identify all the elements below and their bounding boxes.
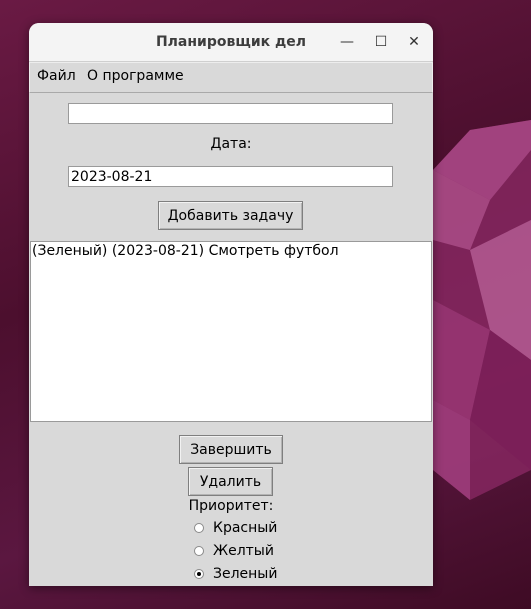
- menubar: Файл О программе: [29, 62, 433, 93]
- radio-label: Зеленый: [213, 566, 278, 582]
- date-input[interactable]: [68, 166, 393, 187]
- close-icon: ✕: [408, 34, 420, 50]
- radio-indicator[interactable]: [194, 569, 204, 579]
- menu-about[interactable]: О программе: [87, 63, 184, 92]
- radio-indicator[interactable]: [194, 546, 204, 556]
- titlebar[interactable]: Планировщик дел — ☐ ✕: [29, 23, 433, 62]
- close-button[interactable]: ✕: [401, 29, 427, 55]
- task-input[interactable]: [68, 103, 393, 124]
- maximize-button[interactable]: ☐: [368, 29, 394, 55]
- menu-file[interactable]: Файл: [37, 63, 76, 92]
- delete-button[interactable]: Удалить: [188, 467, 273, 496]
- minimize-icon: —: [340, 34, 354, 50]
- list-item[interactable]: (Зеленый) (2023-08-21) Смотреть футбол: [31, 242, 431, 260]
- priority-label: Приоритет:: [188, 498, 274, 514]
- date-label: Дата:: [210, 136, 252, 152]
- task-list[interactable]: (Зеленый) (2023-08-21) Смотреть футбол: [30, 241, 432, 422]
- minimize-button[interactable]: —: [334, 29, 360, 55]
- radio-label: Красный: [213, 520, 278, 536]
- desktop-background: Планировщик дел — ☐ ✕ Файл О программе Д…: [0, 0, 531, 609]
- radio-label: Желтый: [213, 543, 274, 559]
- add-task-button[interactable]: Добавить задачу: [158, 201, 303, 230]
- maximize-icon: ☐: [374, 34, 388, 50]
- radio-indicator[interactable]: [194, 523, 204, 533]
- complete-button[interactable]: Завершить: [179, 435, 283, 464]
- app-window: Планировщик дел — ☐ ✕ Файл О программе Д…: [29, 23, 433, 586]
